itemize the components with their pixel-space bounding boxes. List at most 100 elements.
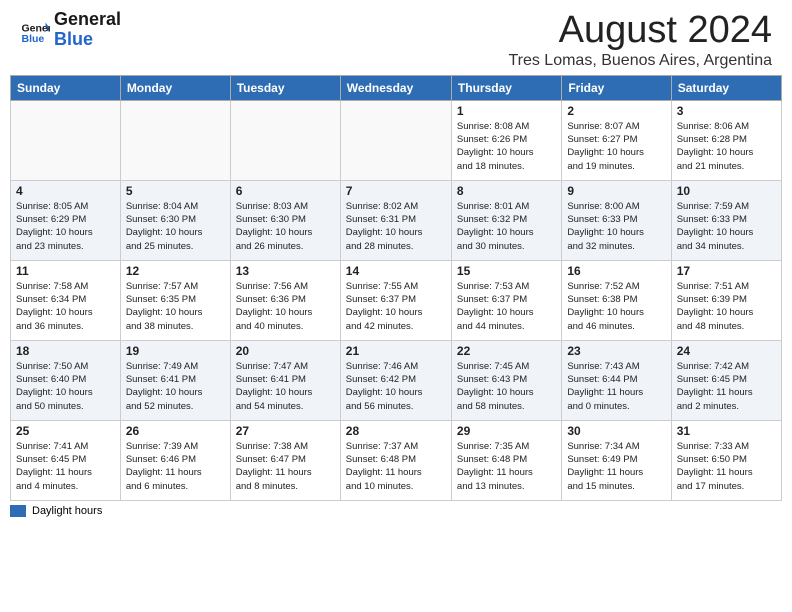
calendar-day-cell: 13 Sunrise: 7:56 AM Sunset: 6:36 PM Dayli… <box>230 260 340 340</box>
legend: Daylight hours <box>0 501 792 521</box>
day-number: 11 <box>16 264 115 278</box>
calendar-day-cell: 28Sunrise: 7:37 AM Sunset: 6:48 PM Dayli… <box>340 420 451 500</box>
calendar-day-cell: 9Sunrise: 8:00 AM Sunset: 6:33 PM Daylig… <box>562 180 671 260</box>
day-number: 4 <box>16 184 115 198</box>
day-number: 5 <box>126 184 225 198</box>
day-number: 21 <box>346 344 446 358</box>
day-info: Sunrise: 8:05 AM Sunset: 6:29 PM Dayligh… <box>16 200 115 253</box>
calendar-day-cell: 24 Sunrise: 7:42 AM Sunset: 6:45 PM Dayli… <box>671 340 781 420</box>
day-number: 6 <box>236 184 335 198</box>
day-number: 15 <box>457 264 556 278</box>
calendar-day-cell: 15 Sunrise: 7:53 AM Sunset: 6:37 PM Dayli… <box>451 260 561 340</box>
calendar-table: SundayMondayTuesdayWednesdayThursdayFrid… <box>10 75 782 501</box>
day-info: Sunrise: 7:49 AM Sunset: 6:41 PM Dayligh… <box>126 360 225 413</box>
day-number: 24 <box>677 344 776 358</box>
day-number: 17 <box>677 264 776 278</box>
calendar-day-cell: 26 Sunrise: 7:39 AM Sunset: 6:46 PM Dayli… <box>120 420 230 500</box>
day-info: Sunrise: 8:03 AM Sunset: 6:30 PM Dayligh… <box>236 200 335 253</box>
calendar-day-cell: 5 Sunrise: 8:04 AM Sunset: 6:30 PM Daylig… <box>120 180 230 260</box>
day-number: 23 <box>567 344 665 358</box>
day-number: 31 <box>677 424 776 438</box>
logo-text: General Blue <box>54 10 121 50</box>
weekday-header: Wednesday <box>340 75 451 100</box>
day-info: Sunrise: 7:53 AM Sunset: 6:37 PM Dayligh… <box>457 280 556 333</box>
day-info: Sunrise: 7:45 AM Sunset: 6:43 PM Dayligh… <box>457 360 556 413</box>
calendar-day-cell: 10 Sunrise: 7:59 AM Sunset: 6:33 PM Dayli… <box>671 180 781 260</box>
day-number: 22 <box>457 344 556 358</box>
day-info: Sunrise: 8:07 AM Sunset: 6:27 PM Dayligh… <box>567 120 665 173</box>
calendar-day-cell: 1 Sunrise: 8:08 AM Sunset: 6:26 PM Daylig… <box>451 100 561 180</box>
day-number: 2 <box>567 104 665 118</box>
legend-color-box <box>10 505 26 517</box>
month-year: August 2024 <box>508 10 772 52</box>
calendar-day-cell: 18 Sunrise: 7:50 AM Sunset: 6:40 PM Dayli… <box>11 340 121 420</box>
calendar-day-cell: 27Sunrise: 7:38 AM Sunset: 6:47 PM Dayli… <box>230 420 340 500</box>
day-info: Sunrise: 7:42 AM Sunset: 6:45 PM Dayligh… <box>677 360 776 413</box>
day-info: Sunrise: 7:57 AM Sunset: 6:35 PM Dayligh… <box>126 280 225 333</box>
weekday-header: Friday <box>562 75 671 100</box>
weekday-header: Monday <box>120 75 230 100</box>
header: General Blue General Blue August 2024 Tr… <box>0 0 792 75</box>
day-number: 3 <box>677 104 776 118</box>
day-number: 25 <box>16 424 115 438</box>
day-info: Sunrise: 7:46 AM Sunset: 6:42 PM Dayligh… <box>346 360 446 413</box>
calendar-day-cell: 23 Sunrise: 7:43 AM Sunset: 6:44 PM Dayli… <box>562 340 671 420</box>
day-number: 16 <box>567 264 665 278</box>
day-info: Sunrise: 8:00 AM Sunset: 6:33 PM Dayligh… <box>567 200 665 253</box>
day-number: 10 <box>677 184 776 198</box>
calendar-day-cell: 29 Sunrise: 7:35 AM Sunset: 6:48 PM Dayli… <box>451 420 561 500</box>
day-info: Sunrise: 7:51 AM Sunset: 6:39 PM Dayligh… <box>677 280 776 333</box>
calendar-day-cell: 8 Sunrise: 8:01 AM Sunset: 6:32 PM Daylig… <box>451 180 561 260</box>
day-info: Sunrise: 7:56 AM Sunset: 6:36 PM Dayligh… <box>236 280 335 333</box>
day-info: Sunrise: 8:01 AM Sunset: 6:32 PM Dayligh… <box>457 200 556 253</box>
calendar-day-cell: 22 Sunrise: 7:45 AM Sunset: 6:43 PM Dayli… <box>451 340 561 420</box>
day-number: 14 <box>346 264 446 278</box>
weekday-header: Sunday <box>11 75 121 100</box>
day-info: Sunrise: 7:52 AM Sunset: 6:38 PM Dayligh… <box>567 280 665 333</box>
calendar-empty-cell <box>230 100 340 180</box>
calendar-empty-cell <box>11 100 121 180</box>
logo-icon: General Blue <box>20 15 50 45</box>
day-number: 7 <box>346 184 446 198</box>
day-number: 8 <box>457 184 556 198</box>
calendar-day-cell: 19 Sunrise: 7:49 AM Sunset: 6:41 PM Dayli… <box>120 340 230 420</box>
day-number: 29 <box>457 424 556 438</box>
calendar-day-cell: 25 Sunrise: 7:41 AM Sunset: 6:45 PM Dayli… <box>11 420 121 500</box>
day-info: Sunrise: 7:33 AM Sunset: 6:50 PM Dayligh… <box>677 440 776 493</box>
logo: General Blue General Blue <box>20 10 121 50</box>
day-info: Sunrise: 7:41 AM Sunset: 6:45 PM Dayligh… <box>16 440 115 493</box>
calendar-day-cell: 31 Sunrise: 7:33 AM Sunset: 6:50 PM Dayli… <box>671 420 781 500</box>
day-info: Sunrise: 7:37 AM Sunset: 6:48 PM Dayligh… <box>346 440 446 493</box>
day-info: Sunrise: 7:58 AM Sunset: 6:34 PM Dayligh… <box>16 280 115 333</box>
day-info: Sunrise: 7:35 AM Sunset: 6:48 PM Dayligh… <box>457 440 556 493</box>
calendar-day-cell: 16 Sunrise: 7:52 AM Sunset: 6:38 PM Dayli… <box>562 260 671 340</box>
calendar-day-cell: 7 Sunrise: 8:02 AM Sunset: 6:31 PM Daylig… <box>340 180 451 260</box>
day-number: 12 <box>126 264 225 278</box>
weekday-header: Saturday <box>671 75 781 100</box>
day-number: 26 <box>126 424 225 438</box>
day-number: 30 <box>567 424 665 438</box>
calendar-day-cell: 3Sunrise: 8:06 AM Sunset: 6:28 PM Daylig… <box>671 100 781 180</box>
day-info: Sunrise: 7:38 AM Sunset: 6:47 PM Dayligh… <box>236 440 335 493</box>
day-info: Sunrise: 8:08 AM Sunset: 6:26 PM Dayligh… <box>457 120 556 173</box>
location: Tres Lomas, Buenos Aires, Argentina <box>508 52 772 70</box>
day-info: Sunrise: 7:43 AM Sunset: 6:44 PM Dayligh… <box>567 360 665 413</box>
day-info: Sunrise: 8:04 AM Sunset: 6:30 PM Dayligh… <box>126 200 225 253</box>
day-info: Sunrise: 7:39 AM Sunset: 6:46 PM Dayligh… <box>126 440 225 493</box>
day-number: 1 <box>457 104 556 118</box>
day-info: Sunrise: 7:55 AM Sunset: 6:37 PM Dayligh… <box>346 280 446 333</box>
calendar-empty-cell <box>340 100 451 180</box>
calendar-day-cell: 12 Sunrise: 7:57 AM Sunset: 6:35 PM Dayli… <box>120 260 230 340</box>
day-number: 13 <box>236 264 335 278</box>
calendar-day-cell: 30Sunrise: 7:34 AM Sunset: 6:49 PM Dayli… <box>562 420 671 500</box>
svg-text:Blue: Blue <box>22 33 45 45</box>
legend-label: Daylight hours <box>32 505 102 517</box>
day-info: Sunrise: 7:59 AM Sunset: 6:33 PM Dayligh… <box>677 200 776 253</box>
day-number: 18 <box>16 344 115 358</box>
day-info: Sunrise: 7:47 AM Sunset: 6:41 PM Dayligh… <box>236 360 335 413</box>
day-info: Sunrise: 7:50 AM Sunset: 6:40 PM Dayligh… <box>16 360 115 413</box>
calendar-day-cell: 2 Sunrise: 8:07 AM Sunset: 6:27 PM Daylig… <box>562 100 671 180</box>
day-number: 19 <box>126 344 225 358</box>
title-area: August 2024 Tres Lomas, Buenos Aires, Ar… <box>508 10 772 70</box>
day-info: Sunrise: 8:02 AM Sunset: 6:31 PM Dayligh… <box>346 200 446 253</box>
